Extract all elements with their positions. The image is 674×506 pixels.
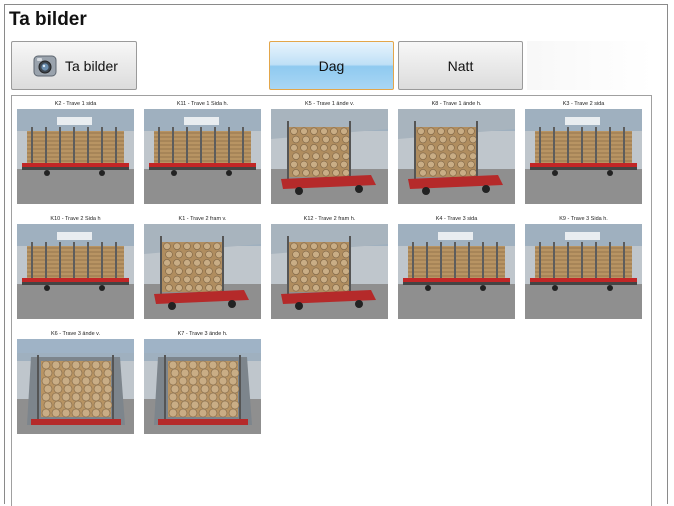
night-mode-button[interactable]: Natt	[398, 41, 523, 90]
thumbnail-caption: K11 - Trave 1 Sida h.	[176, 101, 229, 107]
camera-thumbnail[interactable]: K5 - Trave 1 ände v.	[271, 100, 388, 204]
thumbnail-caption: K12 - Trave 2 fram h.	[303, 216, 356, 222]
timber-load-photo	[398, 109, 515, 204]
camera-thumbnail[interactable]: K7 - Trave 3 ände h.	[144, 330, 261, 434]
day-mode-label: Dag	[318, 57, 345, 74]
timber-load-photo	[144, 224, 261, 319]
timber-load-photo	[271, 224, 388, 319]
page-title: Ta bilder	[9, 9, 87, 30]
thumbnail-caption: K4 - Trave 3 sida	[435, 216, 478, 222]
timber-load-photo	[144, 339, 261, 434]
thumbnail-caption: K2 - Trave 1 sida	[54, 101, 97, 107]
thumbnail-caption: K3 - Trave 2 sida	[562, 101, 605, 107]
day-mode-button[interactable]: Dag	[269, 41, 394, 90]
camera-thumbnail[interactable]: K4 - Trave 3 sida	[398, 215, 515, 319]
timber-load-photo	[398, 224, 515, 319]
faded-placeholder	[527, 41, 653, 90]
thumbnail-caption: K6 - Trave 3 ände v.	[50, 331, 101, 337]
timber-load-photo	[17, 224, 134, 319]
night-mode-label: Natt	[447, 57, 474, 74]
timber-load-photo	[144, 109, 261, 204]
timber-load-photo	[525, 109, 642, 204]
camera-thumbnail[interactable]: K1 - Trave 2 fram v.	[144, 215, 261, 319]
camera-thumbnail[interactable]: K11 - Trave 1 Sida h.	[144, 100, 261, 204]
thumbnail-caption: K8 - Trave 1 ände h.	[431, 101, 482, 107]
camera-thumbnail[interactable]: K6 - Trave 3 ände v.	[17, 330, 134, 434]
take-pictures-button[interactable]: Ta bilder	[11, 41, 137, 90]
timber-load-photo	[17, 109, 134, 204]
thumbnail-caption: K1 - Trave 2 fram v.	[178, 216, 227, 222]
camera-thumbnail[interactable]: K8 - Trave 1 ände h.	[398, 100, 515, 204]
thumbnail-caption: K10 - Trave 2 Sida h	[50, 216, 101, 222]
timber-load-photo	[525, 224, 642, 319]
camera-icon	[33, 55, 57, 76]
camera-thumbnail[interactable]: K12 - Trave 2 fram h.	[271, 215, 388, 319]
thumbnail-caption: K7 - Trave 3 ände h.	[177, 331, 228, 337]
timber-load-photo	[271, 109, 388, 204]
timber-load-photo	[17, 339, 134, 434]
camera-thumbnail[interactable]: K2 - Trave 1 sida	[17, 100, 134, 204]
thumbnail-caption: K5 - Trave 1 ände v.	[304, 101, 355, 107]
camera-thumbnail[interactable]: K3 - Trave 2 sida	[525, 100, 642, 204]
take-pictures-label: Ta bilder	[65, 57, 118, 74]
camera-thumbnail[interactable]: K9 - Trave 3 Sida h.	[525, 215, 642, 319]
camera-thumbnail[interactable]: K10 - Trave 2 Sida h	[17, 215, 134, 319]
thumbnail-caption: K9 - Trave 3 Sida h.	[559, 216, 608, 222]
